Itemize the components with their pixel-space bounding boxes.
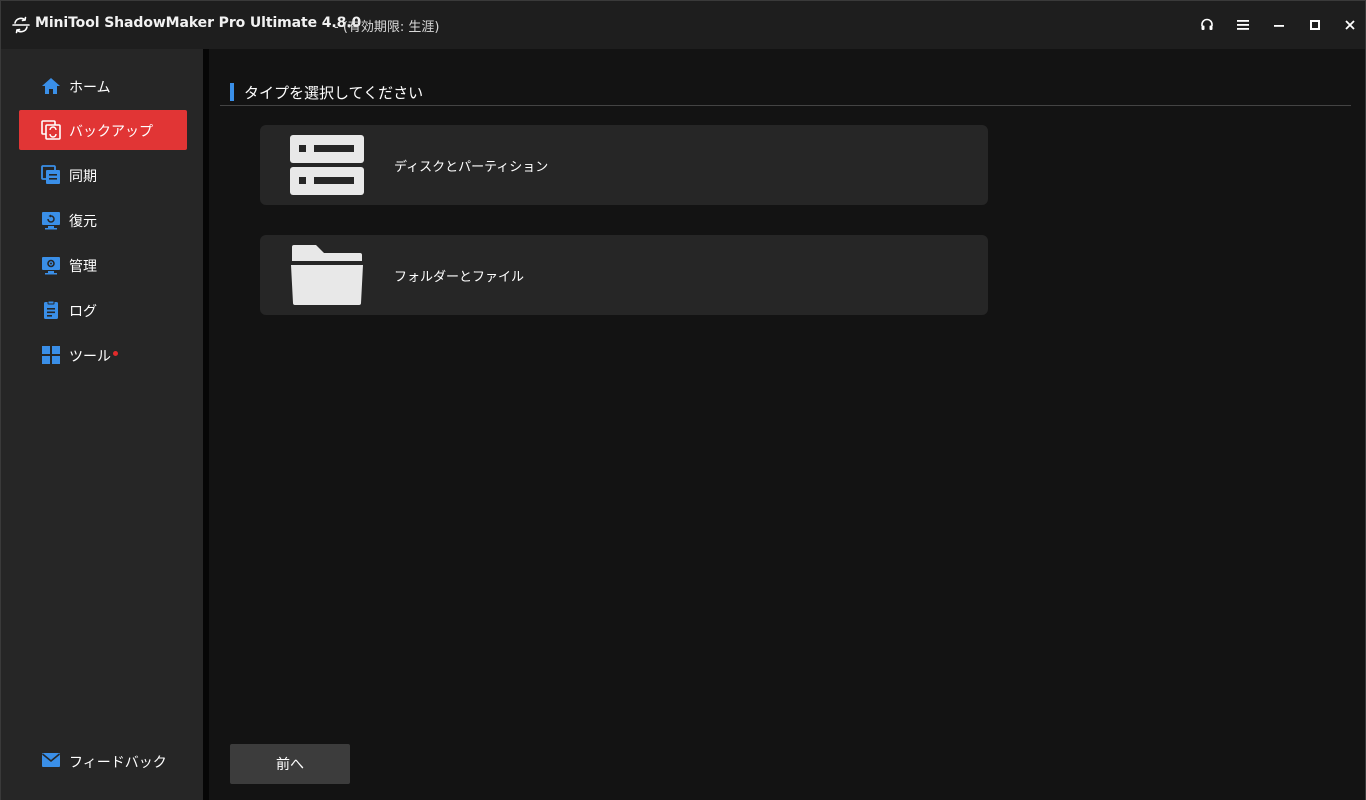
title-bar[interactable]: MiniTool ShadowMaker Pro Ultimate 4.8.0 … bbox=[1, 1, 1365, 49]
back-button[interactable]: 前へ bbox=[230, 744, 350, 784]
section-title: タイプを選択してください bbox=[244, 84, 424, 102]
maximize-icon bbox=[1310, 20, 1320, 30]
manage-icon bbox=[42, 257, 60, 275]
close-button[interactable] bbox=[1338, 13, 1362, 37]
log-icon bbox=[44, 300, 58, 319]
option-disk-partition[interactable]: ディスクとパーティション bbox=[260, 125, 988, 205]
sidebar-item-label: バックアップ bbox=[69, 124, 153, 140]
sidebar-item-tools[interactable]: ツール bbox=[19, 335, 187, 375]
backup-icon bbox=[41, 120, 61, 140]
sidebar-item-home[interactable]: ホーム bbox=[19, 66, 187, 106]
sync-icon bbox=[41, 165, 60, 184]
sidebar-item-backup[interactable]: バックアップ bbox=[19, 110, 187, 150]
app-window: MiniTool ShadowMaker Pro Ultimate 4.8.0 … bbox=[0, 0, 1366, 800]
option-folder-file[interactable]: フォルダーとファイル bbox=[260, 235, 988, 315]
option-label: フォルダーとファイル bbox=[394, 270, 525, 285]
menu-button[interactable] bbox=[1231, 13, 1255, 37]
menu-icon bbox=[1237, 20, 1249, 30]
sidebar-item-restore[interactable]: 復元 bbox=[19, 200, 187, 240]
app-title: MiniTool ShadowMaker Pro Ultimate 4.8.0 bbox=[35, 15, 362, 31]
notification-dot bbox=[113, 351, 118, 356]
license-text: - (有効期限: 生涯) bbox=[334, 20, 440, 35]
minimize-button[interactable] bbox=[1267, 13, 1291, 37]
maximize-button[interactable] bbox=[1303, 13, 1327, 37]
section-title-accent bbox=[230, 83, 234, 101]
restore-icon bbox=[42, 212, 60, 230]
main-panel: タイプを選択してください ディスクとパーティション フォルダーとファイル 前へ bbox=[209, 49, 1365, 800]
tools-icon bbox=[42, 346, 60, 364]
feedback-label: フィードバック bbox=[69, 755, 167, 771]
sidebar: ホーム バックアップ 同期 復元 管理 ログ ツール フィードバック bbox=[1, 49, 203, 800]
support-icon bbox=[1201, 18, 1213, 30]
sidebar-item-label: ホーム bbox=[69, 80, 111, 96]
folder-icon bbox=[291, 245, 363, 305]
minimize-icon bbox=[1274, 25, 1284, 27]
section-divider bbox=[220, 105, 1351, 106]
sidebar-item-manage[interactable]: 管理 bbox=[19, 245, 187, 285]
sidebar-item-sync[interactable]: 同期 bbox=[19, 155, 187, 195]
sidebar-item-label: ツール bbox=[69, 349, 111, 365]
option-label: ディスクとパーティション bbox=[394, 160, 549, 175]
sidebar-item-label: ログ bbox=[69, 304, 97, 320]
app-logo-icon bbox=[12, 16, 30, 34]
mail-icon bbox=[41, 753, 61, 767]
sidebar-item-label: 復元 bbox=[69, 214, 97, 230]
home-icon bbox=[42, 78, 60, 94]
support-button[interactable] bbox=[1195, 13, 1219, 37]
disk-partition-icon bbox=[290, 135, 364, 195]
sidebar-item-label: 管理 bbox=[69, 259, 97, 275]
close-icon bbox=[1345, 20, 1355, 30]
sidebar-item-label: 同期 bbox=[69, 169, 97, 185]
feedback-button[interactable]: フィードバック bbox=[41, 749, 181, 773]
sidebar-item-log[interactable]: ログ bbox=[19, 290, 187, 330]
